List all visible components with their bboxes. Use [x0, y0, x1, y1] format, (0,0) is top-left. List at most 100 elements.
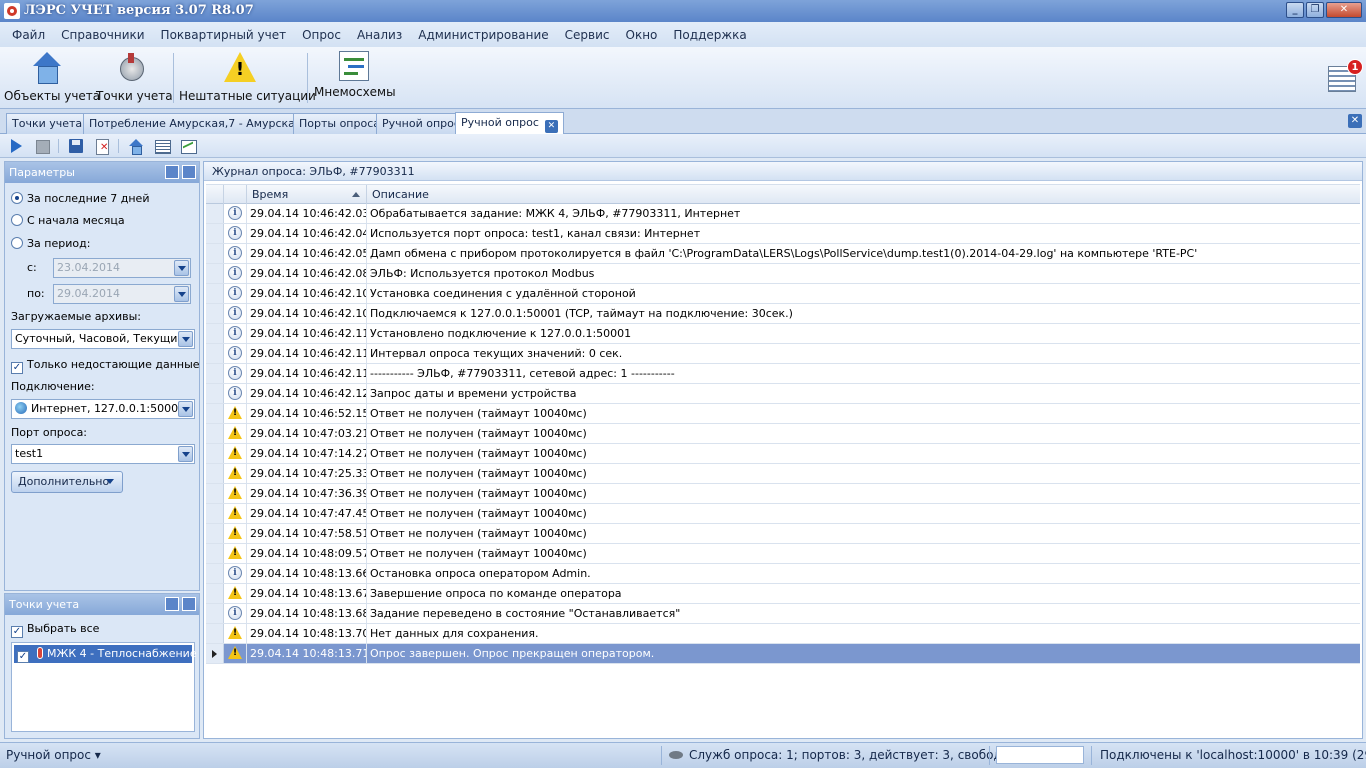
- delete-icon[interactable]: [94, 138, 110, 155]
- list-item[interactable]: ✓ МЖК 4 - Теплоснабжение: [14, 645, 197, 663]
- from-date-field[interactable]: 23.04.2014: [53, 258, 191, 278]
- table-row[interactable]: 29.04.14 10:47:03.217Ответ не получен (т…: [206, 424, 1360, 444]
- connection-select[interactable]: Интернет, 127.0.0.1:50001: [11, 399, 195, 419]
- row-indicator[interactable]: [206, 424, 224, 443]
- mnemo-button[interactable]: Мнемосхемы: [314, 51, 396, 107]
- table-row[interactable]: i 29.04.14 10:46:42.089 ЭЛЬФ: Используется…: [206, 264, 1360, 284]
- row-indicator[interactable]: [206, 204, 224, 223]
- connection-dropdown-icon[interactable]: [178, 401, 193, 417]
- table-row[interactable]: i 29.04.14 10:46:42.110 Установлено подклю…: [206, 324, 1360, 344]
- row-indicator[interactable]: [206, 244, 224, 263]
- row-indicator[interactable]: [206, 464, 224, 483]
- to-date-dropdown-icon[interactable]: [174, 286, 189, 302]
- more-button[interactable]: Дополнительно: [11, 471, 123, 493]
- table-row[interactable]: 29.04.14 10:47:14.273Ответ не получен (т…: [206, 444, 1360, 464]
- radio-period[interactable]: За период:: [11, 237, 90, 250]
- row-indicator[interactable]: [206, 284, 224, 303]
- port-select[interactable]: test1: [11, 444, 195, 464]
- close-tab-icon[interactable]: ✕: [544, 120, 558, 133]
- time-column-header[interactable]: Время: [247, 185, 367, 204]
- emergencies-button[interactable]: Нештатные ситуации: [179, 51, 316, 107]
- point-check[interactable]: ✓: [17, 651, 29, 663]
- row-indicator[interactable]: [206, 504, 224, 523]
- table-row[interactable]: i 29.04.14 10:48:13.685 Задание переведено…: [206, 604, 1360, 624]
- row-indicator[interactable]: [206, 404, 224, 423]
- row-indicator[interactable]: [206, 364, 224, 383]
- tab-manual-poll-active[interactable]: Ручной опрос ✕: [455, 112, 564, 134]
- archives-select[interactable]: Суточный, Часовой, Текущи...: [11, 329, 195, 349]
- table-row[interactable]: i 29.04.14 10:46:42.034 Обрабатывается зад…: [206, 204, 1360, 224]
- menu-support[interactable]: Поддержка: [665, 28, 754, 42]
- row-indicator[interactable]: [206, 324, 224, 343]
- table-row[interactable]: 29.04.14 10:48:13.707Нет данных для сохр…: [206, 624, 1360, 644]
- pin-icon[interactable]: [182, 597, 196, 611]
- table-row[interactable]: i 29.04.14 10:46:42.119 ----------- ЭЛЬФ, …: [206, 364, 1360, 384]
- row-indicator[interactable]: [206, 584, 224, 603]
- table-row[interactable]: i 29.04.14 10:46:42.100 Установка соединен…: [206, 284, 1360, 304]
- description-column-header[interactable]: Описание: [367, 185, 1360, 204]
- table-icon[interactable]: [154, 138, 171, 154]
- menu-service[interactable]: Сервис: [557, 28, 618, 42]
- notifications-button[interactable]: 1: [1328, 59, 1363, 92]
- select-all-checkbox[interactable]: ✓ Выбрать все: [11, 622, 99, 638]
- table-row[interactable]: i 29.04.14 10:46:42.115 Интервал опроса те…: [206, 344, 1360, 364]
- table-row[interactable]: i 29.04.14 10:46:42.106 Подключаемся к 127…: [206, 304, 1360, 324]
- table-row[interactable]: i 29.04.14 10:46:42.123 Запрос даты и врем…: [206, 384, 1360, 404]
- archives-dropdown-icon[interactable]: [178, 331, 193, 347]
- table-row[interactable]: i 29.04.14 10:46:42.059 Дамп обмена с приб…: [206, 244, 1360, 264]
- table-row[interactable]: 29.04.14 10:47:25.330Ответ не получен (т…: [206, 464, 1360, 484]
- menu-apartment-accounting[interactable]: Поквартирный учет: [153, 28, 295, 42]
- row-indicator[interactable]: [206, 604, 224, 623]
- restore-button[interactable]: ❐: [1306, 2, 1324, 18]
- row-indicator[interactable]: [206, 624, 224, 643]
- row-indicator[interactable]: [206, 224, 224, 243]
- row-indicator[interactable]: [206, 264, 224, 283]
- row-indicator[interactable]: [206, 544, 224, 563]
- table-row[interactable]: i 29.04.14 10:46:42.048 Используется порт …: [206, 224, 1360, 244]
- chart-icon[interactable]: [180, 138, 197, 154]
- table-row[interactable]: 29.04.14 10:47:58.514Ответ не получен (т…: [206, 524, 1360, 544]
- radio-last7[interactable]: За последние 7 дней: [11, 192, 149, 205]
- save-icon[interactable]: [68, 138, 84, 154]
- home-icon[interactable]: [128, 138, 144, 155]
- panel-minimize-icon[interactable]: [165, 597, 179, 611]
- to-date-field[interactable]: 29.04.2014: [53, 284, 191, 304]
- menu-poll[interactable]: Опрос: [294, 28, 349, 42]
- from-date-dropdown-icon[interactable]: [174, 260, 189, 276]
- menu-administration[interactable]: Администрирование: [410, 28, 556, 42]
- close-document-icon[interactable]: ✕: [1348, 114, 1362, 128]
- panel-minimize-icon[interactable]: [165, 165, 179, 179]
- stop-icon[interactable]: [34, 138, 50, 154]
- table-row[interactable]: 29.04.14 10:48:13.715Опрос завершен. Опр…: [206, 644, 1360, 664]
- pin-icon[interactable]: [182, 165, 196, 179]
- only-missing-checkbox[interactable]: ✓ Только недостающие данные: [11, 358, 200, 374]
- play-icon[interactable]: [8, 138, 24, 154]
- radio-month[interactable]: С начала месяца: [11, 214, 125, 227]
- tab-consumption[interactable]: Потребление Амурская,7 - Амурская,7: [83, 113, 319, 134]
- table-row[interactable]: i 29.04.14 10:48:13.662 Остановка опроса о…: [206, 564, 1360, 584]
- row-indicator[interactable]: [206, 644, 224, 663]
- tab-manual-poll[interactable]: Ручной опрос: [376, 113, 466, 134]
- menu-directories[interactable]: Справочники: [53, 28, 152, 42]
- close-window-button[interactable]: ✕: [1326, 2, 1362, 18]
- status-mode-dropdown[interactable]: Ручной опрос ▾: [6, 743, 101, 768]
- tab-points[interactable]: Точки учета: [6, 113, 89, 134]
- table-row[interactable]: 29.04.14 10:46:52.150Ответ не получен (т…: [206, 404, 1360, 424]
- row-indicator[interactable]: [206, 564, 224, 583]
- menu-file[interactable]: Файл: [4, 28, 53, 42]
- type-column-header[interactable]: [224, 185, 247, 204]
- menu-window[interactable]: Окно: [618, 28, 666, 42]
- points-button[interactable]: Точки учета: [96, 51, 173, 107]
- table-row[interactable]: 29.04.14 10:48:09.574Ответ не получен (т…: [206, 544, 1360, 564]
- row-indicator[interactable]: [206, 444, 224, 463]
- row-indicator[interactable]: [206, 384, 224, 403]
- tab-poll-ports[interactable]: Порты опроса: [293, 113, 386, 134]
- menu-analysis[interactable]: Анализ: [349, 28, 410, 42]
- minimize-button[interactable]: _: [1286, 2, 1304, 18]
- port-dropdown-icon[interactable]: [178, 446, 193, 462]
- row-indicator[interactable]: [206, 484, 224, 503]
- table-row[interactable]: 29.04.14 10:48:13.673Завершение опроса п…: [206, 584, 1360, 604]
- row-indicator[interactable]: [206, 524, 224, 543]
- table-row[interactable]: 29.04.14 10:47:47.454Ответ не получен (т…: [206, 504, 1360, 524]
- table-row[interactable]: 29.04.14 10:47:36.398Ответ не получен (т…: [206, 484, 1360, 504]
